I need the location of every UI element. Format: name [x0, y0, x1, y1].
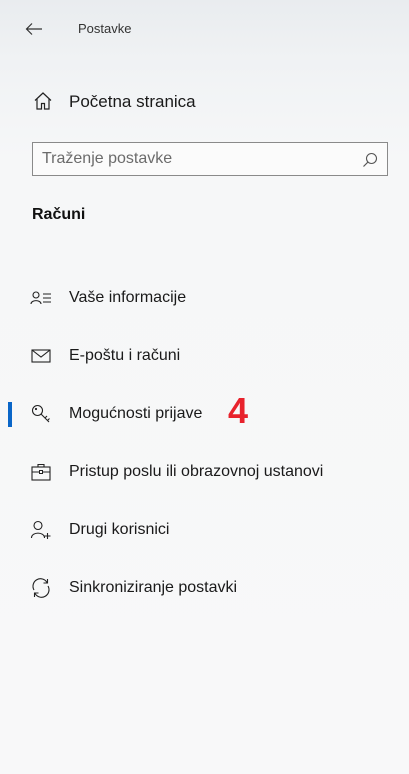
settings-window: Postavke Početna stranica Računi — [0, 0, 409, 774]
section-title: Računi — [32, 206, 86, 223]
search-icon[interactable] — [361, 151, 379, 169]
accounts-nav: Vaše informacije E-poštu i računi Mogućn — [0, 270, 409, 618]
home-link[interactable]: Početna stranica — [0, 82, 409, 122]
title-bar: Postavke — [0, 0, 409, 56]
search-box[interactable] — [32, 142, 388, 176]
search-input[interactable] — [33, 143, 352, 175]
home-icon — [32, 90, 54, 112]
nav-item-label: Drugi korisnici — [69, 521, 170, 538]
nav-item-label: Vaše informacije — [69, 289, 187, 306]
step-number-annotation: 4 — [228, 390, 249, 431]
nav-item-your-info[interactable]: Vaše informacije — [0, 270, 409, 328]
key-icon — [30, 403, 52, 425]
home-label: Početna stranica — [69, 92, 196, 111]
nav-item-label: Pristup poslu ili obrazovnoj ustanovi — [69, 463, 324, 480]
nav-item-sync-settings[interactable]: Sinkroniziranje postavki — [0, 560, 409, 618]
briefcase-icon — [30, 461, 52, 483]
app-title: Postavke — [78, 21, 132, 36]
nav-item-sign-in-options[interactable]: Mogućnosti prijave 4 — [0, 386, 409, 444]
nav-item-email-accounts[interactable]: E-poštu i računi — [0, 328, 409, 386]
nav-item-label: E-poštu i računi — [69, 347, 181, 364]
back-arrow-icon — [25, 22, 43, 36]
sync-icon — [30, 577, 52, 599]
contact-info-icon — [30, 287, 52, 309]
selection-indicator — [8, 402, 12, 427]
add-person-icon — [30, 519, 52, 541]
nav-item-label: Mogućnosti prijave — [69, 405, 203, 422]
nav-item-other-users[interactable]: Drugi korisnici — [0, 502, 409, 560]
back-button[interactable] — [18, 14, 50, 44]
nav-item-label: Sinkroniziranje postavki — [69, 579, 238, 596]
nav-item-work-school-access[interactable]: Pristup poslu ili obrazovnoj ustanovi — [0, 444, 409, 502]
mail-icon — [30, 345, 52, 367]
